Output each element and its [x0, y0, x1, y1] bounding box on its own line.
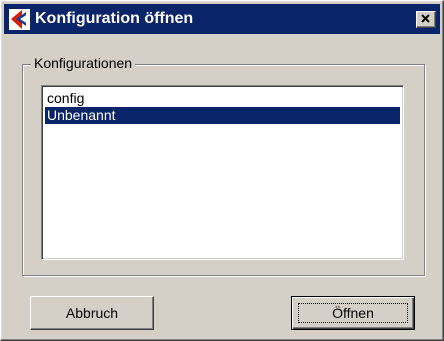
- configurations-listbox[interactable]: config Unbenannt: [41, 85, 404, 260]
- list-item-unbenannt[interactable]: Unbenannt: [45, 107, 400, 124]
- close-button[interactable]: [416, 11, 436, 28]
- dialog-window: Konfiguration öffnen Konfigurationen con…: [0, 0, 444, 341]
- open-button[interactable]: Öffnen: [291, 296, 415, 330]
- cancel-button[interactable]: Abbruch: [30, 296, 154, 330]
- close-icon: [421, 14, 430, 23]
- list-item-config[interactable]: config: [45, 90, 400, 107]
- title-bar[interactable]: Konfiguration öffnen: [4, 4, 440, 34]
- groupbox-legend: Konfigurationen: [31, 54, 136, 72]
- open-button-label: Öffnen: [332, 305, 374, 321]
- cancel-button-label: Abbruch: [65, 305, 119, 321]
- window-title: Konfiguration öffnen: [35, 10, 194, 27]
- app-logo-icon: [9, 9, 30, 30]
